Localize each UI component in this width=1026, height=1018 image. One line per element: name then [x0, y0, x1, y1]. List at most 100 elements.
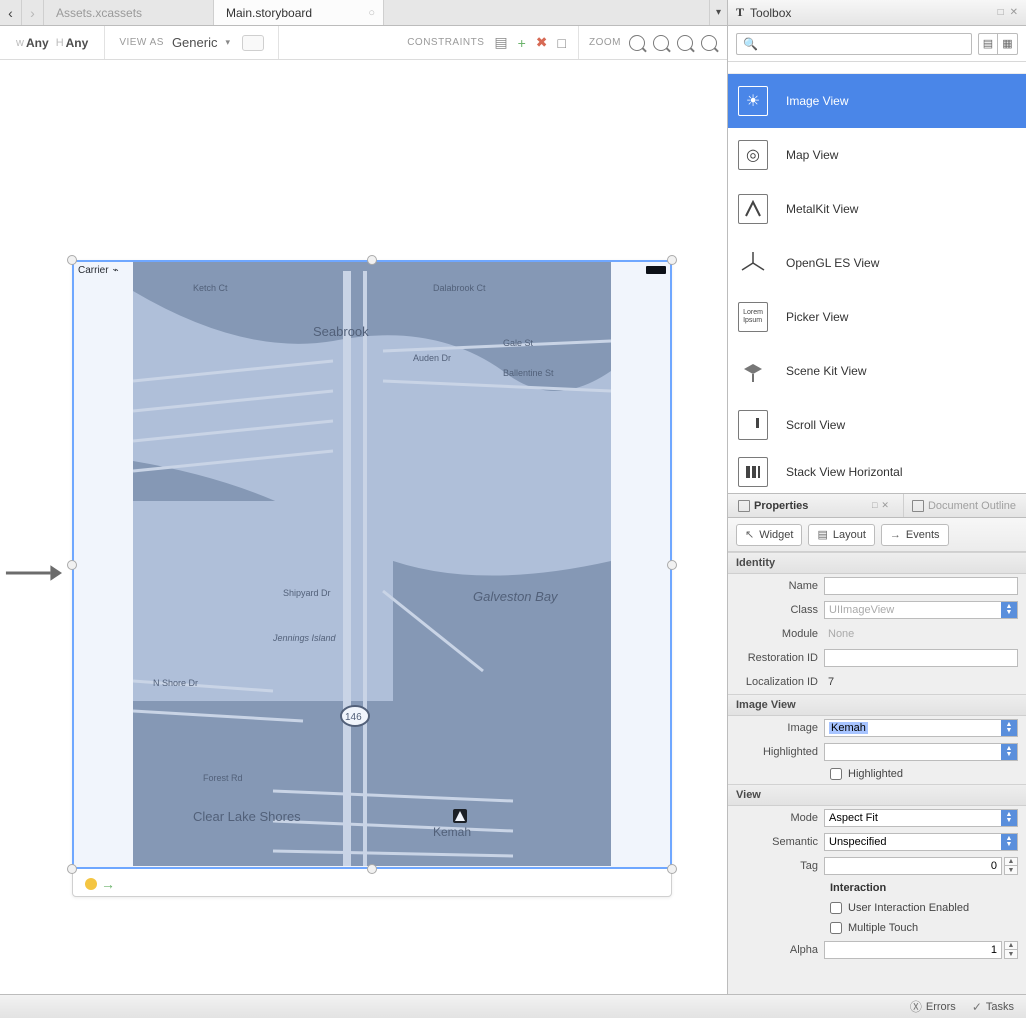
- resize-handle-tl[interactable]: [67, 255, 77, 265]
- close-icon[interactable]: ✕: [1010, 7, 1018, 18]
- stepper-up-icon[interactable]: ▲: [1005, 942, 1017, 950]
- toolbox-item-image-view[interactable]: ☀ Image View: [728, 74, 1026, 128]
- toolbox-item-picker-view[interactable]: LoremIpsum Picker View: [728, 290, 1026, 344]
- toolbox-list[interactable]: ☀ Image View ◎ Map View MetalKit View Op…: [728, 62, 1026, 494]
- toolbox-item-opengl-view[interactable]: OpenGL ES View: [728, 236, 1026, 290]
- resize-handle-bc[interactable]: [367, 864, 377, 874]
- constraints-remove-icon[interactable]: ✖: [536, 34, 548, 51]
- zoom-actual-icon[interactable]: [701, 35, 717, 51]
- resize-handle-tr[interactable]: [667, 255, 677, 265]
- prop-restoration-input[interactable]: [824, 649, 1018, 667]
- battery-icon: [646, 266, 666, 274]
- toolbox-item-scroll-view[interactable]: Scroll View: [728, 398, 1026, 452]
- constraints-add-icon[interactable]: +: [518, 35, 526, 51]
- checkbox-label: Highlighted: [848, 768, 903, 780]
- prop-name: Name: [728, 574, 1026, 598]
- zoom-label: ZOOM: [589, 37, 621, 48]
- toolbox-item-scenekit-view[interactable]: Scene Kit View: [728, 344, 1026, 398]
- subtab-layout[interactable]: ▤ Layout: [808, 524, 874, 546]
- prop-module-value: None: [824, 628, 854, 640]
- tag-stepper[interactable]: ▲▼: [1004, 857, 1018, 875]
- stepper-down-icon[interactable]: ▼: [1005, 950, 1017, 958]
- map-label: Jennings Island: [272, 633, 337, 643]
- toolbox-item-label: Scene Kit View: [786, 364, 867, 378]
- highlighted-checkbox[interactable]: [830, 768, 842, 780]
- close-icon[interactable]: ✕: [881, 500, 889, 511]
- resize-handle-br[interactable]: [667, 864, 677, 874]
- storyboard-canvas[interactable]: Carrier ⌁: [0, 60, 727, 994]
- chevron-updown-icon[interactable]: ▲▼: [1001, 602, 1017, 618]
- resize-handle-ml[interactable]: [67, 560, 77, 570]
- toolbox-view-grid[interactable]: ▦: [998, 33, 1018, 55]
- pad-tab-label: Properties: [754, 500, 808, 512]
- toolbox-item-stack-view-h[interactable]: Stack View Horizontal: [728, 452, 1026, 492]
- tab-assets[interactable]: Assets.xcassets: [44, 0, 214, 25]
- toolbox-search-input[interactable]: 🔍: [736, 33, 972, 55]
- toolbox-item-label: Stack View Horizontal: [786, 465, 903, 479]
- scroll-view-icon: [738, 410, 768, 440]
- main-row: ‹ › Assets.xcassets Main.storyboard ○ ▾ …: [0, 0, 1026, 994]
- chevron-updown-icon[interactable]: ▲▼: [1001, 810, 1017, 826]
- multiple-touch-checkbox[interactable]: [830, 922, 842, 934]
- stepper-down-icon[interactable]: ▼: [1005, 866, 1017, 874]
- pad-tab-properties[interactable]: Properties: [734, 494, 812, 517]
- close-icon[interactable]: ○: [368, 7, 375, 19]
- checkbox-label: Multiple Touch: [848, 922, 918, 934]
- subtab-label: Layout: [833, 529, 866, 541]
- zoom-in-icon[interactable]: [677, 35, 693, 51]
- orientation-icon[interactable]: [242, 35, 264, 51]
- subtab-events[interactable]: → Events: [881, 524, 949, 546]
- combo-value: Kemah: [829, 722, 868, 734]
- tab-overflow-menu[interactable]: ▾: [709, 0, 727, 25]
- prop-class-combo[interactable]: UIImageView ▲▼: [824, 601, 1018, 619]
- detach-icon[interactable]: □: [998, 7, 1004, 18]
- prop-mode-combo[interactable]: Aspect Fit ▲▼: [824, 809, 1018, 827]
- prop-restoration-id: Restoration ID: [728, 646, 1026, 670]
- tab-storyboard[interactable]: Main.storyboard ○: [214, 0, 384, 25]
- constraints-pin-icon[interactable]: ▤: [494, 34, 507, 51]
- resize-handle-mr[interactable]: [667, 560, 677, 570]
- prop-alpha-input[interactable]: [824, 941, 1002, 959]
- prop-label: Class: [736, 604, 824, 616]
- properties-panel: Properties □ ✕ Document Outline ↖ Widget: [728, 494, 1026, 994]
- section-view: View: [728, 784, 1026, 806]
- detach-icon[interactable]: □: [872, 500, 877, 511]
- user-interaction-checkbox[interactable]: [830, 902, 842, 914]
- prop-highlighted-combo[interactable]: ▲▼: [824, 743, 1018, 761]
- prop-label: Image: [736, 722, 824, 734]
- pad-tab-document-outline[interactable]: Document Outline: [903, 494, 1020, 517]
- resize-handle-tc[interactable]: [367, 255, 377, 265]
- chevron-updown-icon[interactable]: ▲▼: [1001, 744, 1017, 760]
- prop-module: Module None: [728, 622, 1026, 646]
- prop-label: Module: [736, 628, 824, 640]
- view-as-selector[interactable]: VIEW AS Generic ▾: [105, 26, 279, 59]
- stepper-up-icon[interactable]: ▲: [1005, 858, 1017, 866]
- chevron-updown-icon[interactable]: ▲▼: [1001, 834, 1017, 850]
- map-route-shield: 146: [345, 712, 362, 723]
- prop-tag-input[interactable]: [824, 857, 1002, 875]
- prop-name-input[interactable]: [824, 577, 1018, 595]
- alpha-stepper[interactable]: ▲▼: [1004, 941, 1018, 959]
- search-icon: 🔍: [743, 37, 758, 51]
- prop-highlighted-image: Highlighted ▲▼: [728, 740, 1026, 764]
- tab-nav-back[interactable]: ‹: [0, 0, 22, 25]
- subtab-widget[interactable]: ↖ Widget: [736, 524, 802, 546]
- toolbox-view-list[interactable]: ▤: [978, 33, 998, 55]
- toolbox-item-map-view[interactable]: ◎ Map View: [728, 128, 1026, 182]
- resize-handle-bl[interactable]: [67, 864, 77, 874]
- constraints-frame-icon[interactable]: □: [558, 35, 566, 51]
- properties-scroll[interactable]: Identity Name Class UIImageView ▲▼ Modul…: [728, 552, 1026, 994]
- status-bar: Ⓧ Errors ✓ Tasks: [0, 994, 1026, 1018]
- prop-label: Alpha: [736, 944, 824, 956]
- status-tasks[interactable]: ✓ Tasks: [972, 1000, 1014, 1014]
- prop-image-combo[interactable]: Kemah ▲▼: [824, 719, 1018, 737]
- zoom-fit-icon[interactable]: [629, 35, 645, 51]
- chevron-updown-icon[interactable]: ▲▼: [1001, 720, 1017, 736]
- zoom-out-icon[interactable]: [653, 35, 669, 51]
- toolbox-item-metalkit-view[interactable]: MetalKit View: [728, 182, 1026, 236]
- size-class-selector[interactable]: w Any H Any: [0, 26, 105, 59]
- device-scene-frame[interactable]: Carrier ⌁: [72, 260, 672, 897]
- pad-tab-label: Document Outline: [928, 500, 1016, 512]
- status-errors[interactable]: Ⓧ Errors: [910, 998, 956, 1015]
- prop-semantic-combo[interactable]: Unspecified ▲▼: [824, 833, 1018, 851]
